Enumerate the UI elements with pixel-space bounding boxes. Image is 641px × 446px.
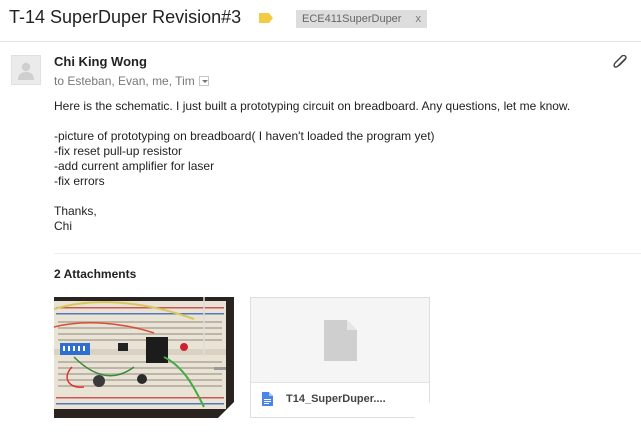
label-tag-icon[interactable] [259, 13, 273, 23]
recipient-details-dropdown[interactable] [198, 76, 209, 86]
attachment-file-card[interactable]: T14_SuperDuper.... [250, 297, 430, 418]
attachment-file-name[interactable]: T14_SuperDuper.... [286, 393, 386, 405]
message-body: Here is the schematic. I just built a pr… [54, 99, 570, 234]
body-item: -picture of prototyping on breadboard( I… [54, 129, 435, 143]
body-signature: Chi [54, 219, 73, 233]
avatar-icon [18, 62, 34, 80]
body-item: -add current amplifier for laser [54, 159, 215, 173]
avatar[interactable] [11, 55, 41, 85]
body-intro: Here is the schematic. I just built a pr… [54, 99, 571, 113]
label-chip-text[interactable]: ECE411SuperDuper [302, 13, 401, 25]
attachments-heading: 2 Attachments [54, 267, 137, 281]
body-item: -fix reset pull-up resistor [54, 144, 183, 158]
attachments-divider [54, 253, 641, 254]
remove-label-button[interactable]: x [415, 13, 421, 25]
file-card-corner-fold [414, 402, 430, 418]
label-chip[interactable]: ECE411SuperDuper x [296, 10, 427, 28]
attachment-image-thumbnail[interactable] [54, 297, 234, 418]
file-placeholder-icon [324, 320, 357, 361]
body-item: -fix errors [54, 174, 105, 188]
recipients-line: to Esteban, Evan, me, Tim [54, 74, 209, 88]
breadboard-photo [54, 297, 234, 418]
thumbnail-corner-fold [218, 402, 234, 418]
header-divider [0, 41, 641, 42]
sender-name[interactable]: Chi King Wong [54, 54, 147, 69]
email-subject: T-14 SuperDuper Revision#3 [9, 7, 242, 27]
recipients-text: to Esteban, Evan, me, Tim [54, 74, 195, 88]
body-signoff: Thanks, [54, 204, 97, 218]
attachment-name-bar[interactable]: T14_SuperDuper.... [251, 382, 429, 417]
paperclip-icon [613, 55, 627, 68]
document-icon [262, 392, 273, 406]
